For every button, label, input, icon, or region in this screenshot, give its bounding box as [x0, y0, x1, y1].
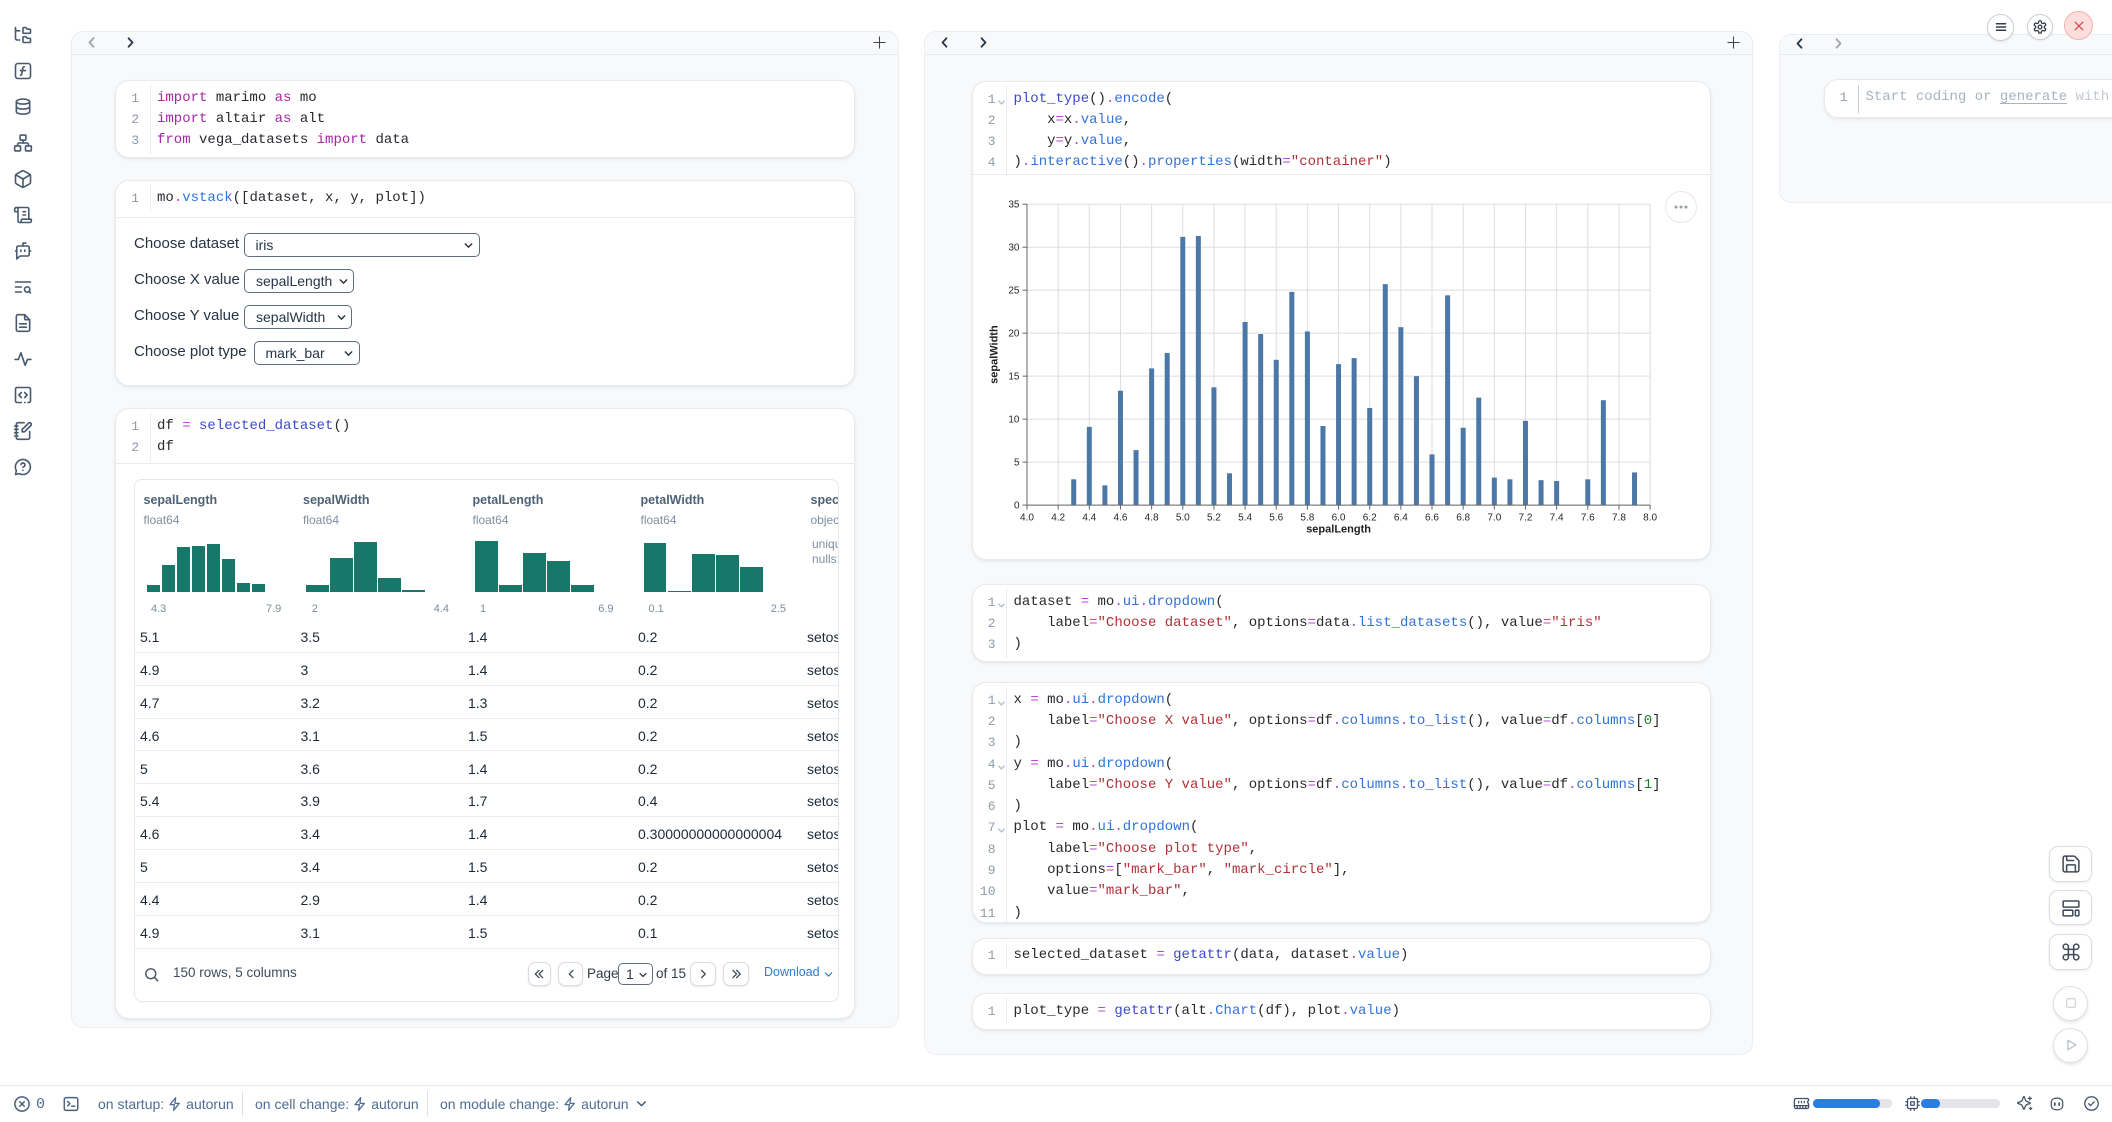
svg-text:4.4: 4.4: [1082, 512, 1096, 523]
svg-text:6.8: 6.8: [1456, 512, 1470, 523]
svg-text:7.6: 7.6: [1580, 512, 1594, 523]
svg-text:5.2: 5.2: [1206, 512, 1220, 523]
svg-text:25: 25: [1008, 285, 1020, 296]
svg-text:6.6: 6.6: [1425, 512, 1439, 523]
svg-text:8.0: 8.0: [1643, 512, 1657, 523]
svg-text:15: 15: [1008, 371, 1020, 382]
svg-text:4.6: 4.6: [1113, 512, 1127, 523]
svg-text:4.8: 4.8: [1144, 512, 1158, 523]
svg-text:35: 35: [1008, 199, 1020, 210]
svg-text:6.0: 6.0: [1331, 512, 1345, 523]
svg-text:6.2: 6.2: [1362, 512, 1376, 523]
svg-text:5: 5: [1013, 457, 1019, 468]
svg-text:6.4: 6.4: [1393, 512, 1407, 523]
svg-text:30: 30: [1008, 242, 1020, 253]
svg-text:0: 0: [1013, 500, 1019, 511]
svg-text:20: 20: [1008, 328, 1020, 339]
svg-text:7.4: 7.4: [1549, 512, 1563, 523]
svg-text:5.6: 5.6: [1269, 512, 1283, 523]
svg-text:5.0: 5.0: [1175, 512, 1189, 523]
svg-text:5.8: 5.8: [1300, 512, 1314, 523]
svg-text:5.4: 5.4: [1238, 512, 1252, 523]
svg-text:4.2: 4.2: [1051, 512, 1065, 523]
svg-text:7.2: 7.2: [1518, 512, 1532, 523]
svg-text:7.8: 7.8: [1611, 512, 1625, 523]
svg-text:sepalLength: sepalLength: [1306, 523, 1371, 535]
svg-text:10: 10: [1008, 414, 1020, 425]
svg-text:sepalWidth: sepalWidth: [988, 325, 1000, 384]
svg-text:7.0: 7.0: [1487, 512, 1501, 523]
svg-text:4.0: 4.0: [1020, 512, 1034, 523]
